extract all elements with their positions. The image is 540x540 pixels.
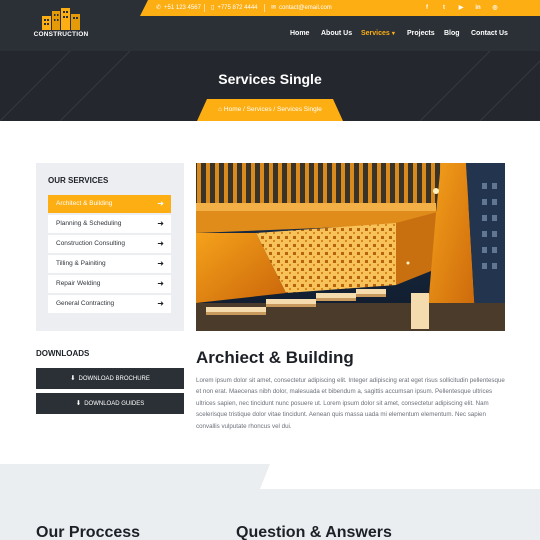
breadcrumb-home[interactable]: Home [224,106,241,113]
instagram-icon[interactable]: ◎ [490,3,500,13]
arrow-right-icon: ➜ [157,279,164,288]
contact-topbar: ✆ +51 123 4567 ▯ +775 872 4444 ✉ contact@em… [140,0,540,16]
services-sidebar: OUR SERVICES Architect & Building ➜ Plan… [36,163,184,331]
site-header: CONSTRUCTION ✆ +51 123 4567 ▯ +775 872 444… [0,0,540,51]
mobile-number: +775 872 4444 [217,5,258,11]
service-item-label: Construction Consulting [56,240,126,247]
service-item-label: Repair Welding [56,280,101,287]
mobile-icon: ▯ [211,5,215,11]
download-icon: ⬇ [75,400,82,407]
service-item-label: General Contracting [56,300,115,307]
service-item-construction-consulting[interactable]: Construction Consulting ➜ [48,235,171,253]
qa-heading: Question & Answers [236,524,392,540]
youtube-icon[interactable]: ▶ [456,3,466,13]
page-title: Services Single [218,71,322,87]
service-item-planning-scheduling[interactable]: Planning & Scheduling ➜ [48,215,171,233]
home-icon: ⌂ [218,106,223,113]
service-item-general-contracting[interactable]: General Contracting ➜ [48,295,171,313]
download-brochure-button[interactable]: ⬇ DOWNLOAD BROCHURE [36,368,184,389]
nav-blog[interactable]: Blog [444,29,460,39]
phone-icon: ✆ [156,5,162,11]
linkedin-icon[interactable]: in [473,3,483,13]
service-item-label: Tilling & Painiting [56,260,106,267]
downloads-heading: DOWNLOADS [36,349,90,358]
divider [204,4,205,12]
breadcrumb-text: ⌂ Home / Services / Services Single [197,105,343,115]
arrow-right-icon: ➜ [157,199,164,208]
nav-about-us[interactable]: About Us [321,29,352,39]
logo-text: CONSTRUCTION [33,31,89,38]
breadcrumb-current: Services Single [277,106,322,113]
service-photo [196,163,505,331]
services-heading: OUR SERVICES [48,176,109,185]
arrow-right-icon: ➜ [157,299,164,308]
service-item-architect-building[interactable]: Architect & Building ➜ [48,195,171,213]
arrow-right-icon: ➜ [157,219,164,228]
twitter-icon[interactable]: t [439,3,449,13]
phone-number: +51 123 4567 [164,5,201,11]
service-item-label: Architect & Building [56,200,113,207]
phone-contact[interactable]: ✆ +51 123 4567 [156,3,201,13]
service-title: Archiect & Building [196,348,354,367]
download-brochure-label: DOWNLOAD BROCHURE [78,376,150,382]
breadcrumb-separator: / [273,106,276,113]
divider [264,4,265,12]
download-guides-button[interactable]: ⬇ DOWNLOAD GUIDES [36,393,184,414]
download-guides-label: DOWNLOAD GUIDES [84,401,145,407]
nav-projects[interactable]: Projects [407,29,435,39]
breadcrumb-services[interactable]: Services [247,106,272,113]
site-logo[interactable]: CONSTRUCTION [33,8,89,42]
buildings-icon [42,8,80,30]
service-item-repair-welding[interactable]: Repair Welding ➜ [48,275,171,293]
breadcrumb-separator: / [243,106,245,113]
mobile-contact[interactable]: ▯ +775 872 4444 [211,3,258,13]
arrow-right-icon: ➜ [157,239,164,248]
nav-contact-us[interactable]: Contact Us [471,29,508,39]
process-heading: Our Proccess [36,524,141,540]
facebook-icon[interactable]: f [422,3,432,13]
nav-home[interactable]: Home [290,29,309,39]
chevron-down-icon: ▾ [391,31,395,37]
arrow-right-icon: ➜ [157,259,164,268]
service-item-label: Planning & Scheduling [56,220,122,227]
nav-services[interactable]: Services ▾ [361,29,395,39]
building-illustration [196,163,505,331]
service-description: Lorem ipsum dolor sit amet, consectetur … [196,377,505,430]
download-icon: ⬇ [70,375,76,382]
breadcrumb: ⌂ Home / Services / Services Single [197,99,343,121]
email-address: contact@email.com [279,5,332,11]
envelope-icon: ✉ [271,5,277,11]
email-contact[interactable]: ✉ contact@email.com [271,3,332,13]
nav-services-label: Services [361,30,390,37]
service-item-tilling-painting[interactable]: Tilling & Painiting ➜ [48,255,171,273]
